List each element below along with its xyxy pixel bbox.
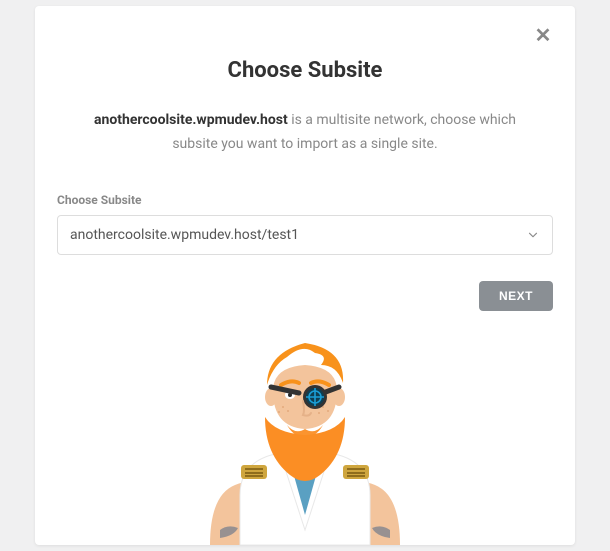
mascot-illustration bbox=[57, 321, 553, 545]
site-hostname: anothercoolsite.wpmudev.host bbox=[94, 112, 288, 128]
choose-subsite-dialog: ✕ Choose Subsite anothercoolsite.wpmudev… bbox=[35, 6, 575, 545]
subsite-select[interactable]: anothercoolsite.wpmudev.host/test1 bbox=[57, 215, 553, 255]
close-button[interactable]: ✕ bbox=[531, 24, 555, 48]
dialog-footer: NEXT bbox=[57, 281, 553, 311]
dialog-description: anothercoolsite.wpmudev.host is a multis… bbox=[57, 109, 553, 157]
dialog-title: Choose Subsite bbox=[57, 58, 553, 83]
select-label: Choose Subsite bbox=[57, 193, 553, 207]
close-icon: ✕ bbox=[535, 26, 552, 46]
select-value: anothercoolsite.wpmudev.host/test1 bbox=[70, 227, 299, 243]
chevron-down-icon bbox=[526, 228, 540, 242]
next-button[interactable]: NEXT bbox=[479, 281, 553, 311]
